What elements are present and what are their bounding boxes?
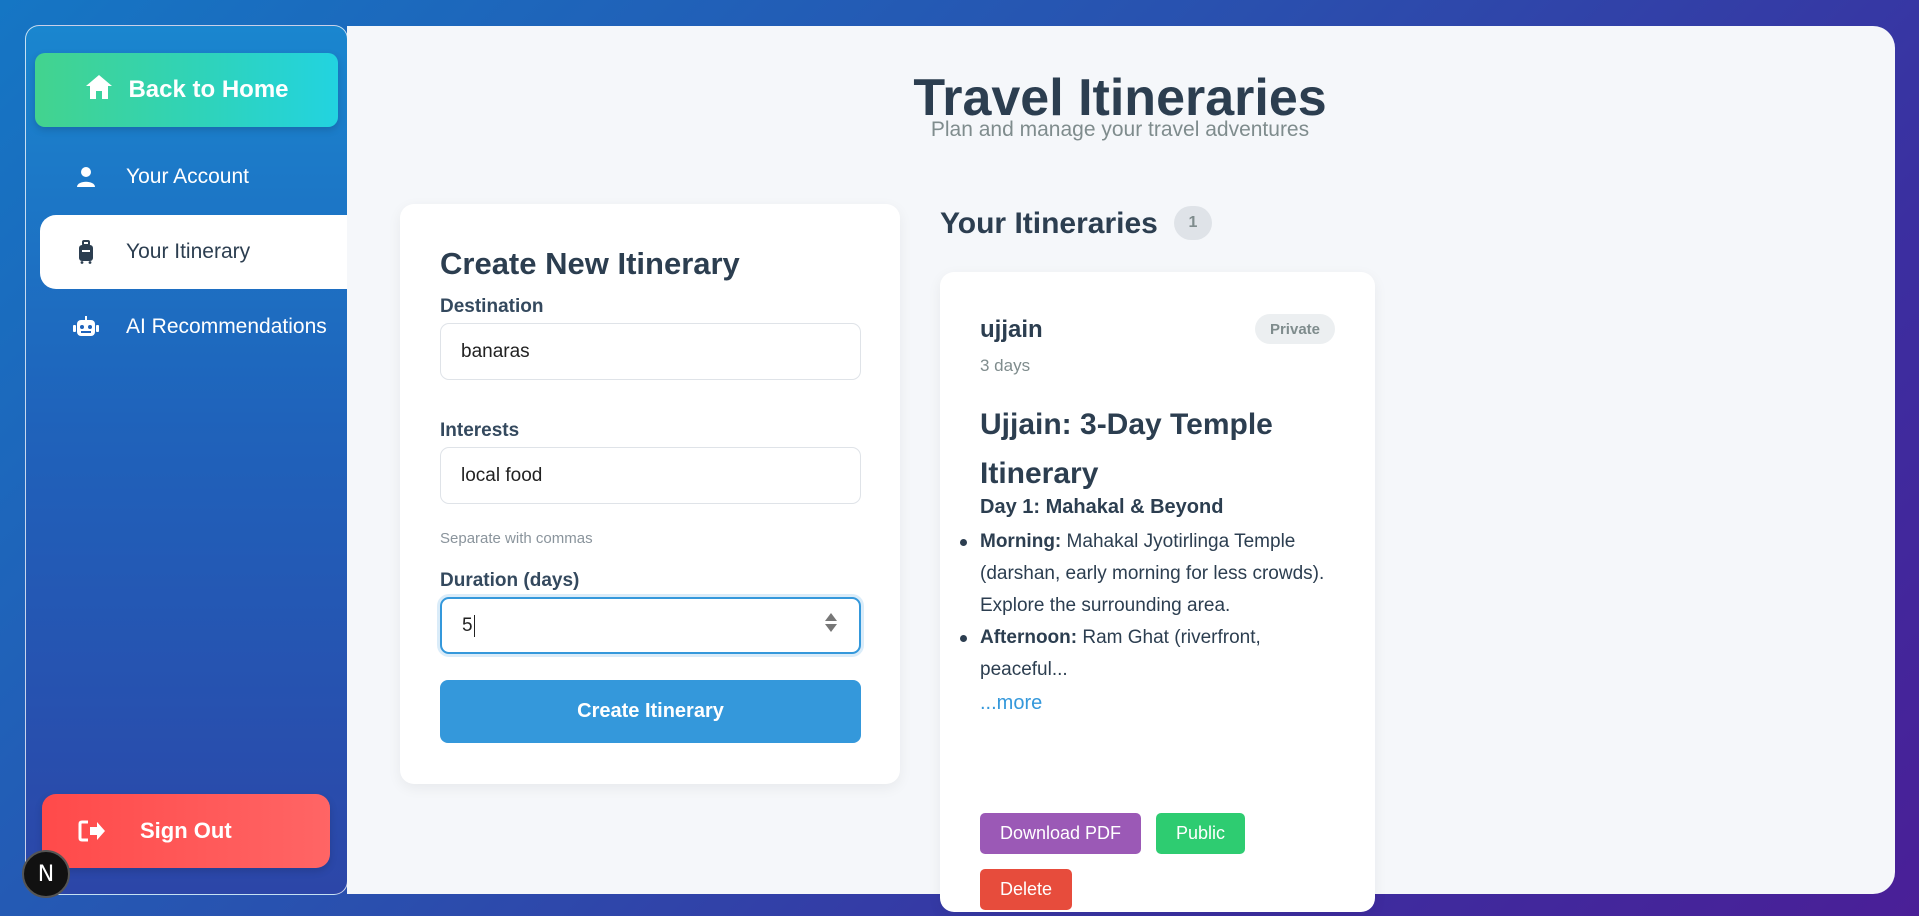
robot-icon (71, 316, 101, 338)
sign-out-button[interactable]: Sign Out (42, 794, 330, 868)
sidebar-item-itinerary[interactable]: Your Itinerary (40, 215, 348, 289)
stepper-down-icon[interactable] (825, 624, 837, 632)
create-itinerary-button[interactable]: Create Itinerary (440, 680, 861, 743)
interests-input[interactable]: local food (440, 447, 861, 504)
interests-hint: Separate with commas (440, 530, 593, 547)
home-icon (84, 73, 114, 108)
sidebar-item-label: Your Itinerary (126, 240, 251, 263)
sign-out-label: Sign Out (140, 818, 232, 843)
bullet-label: Afternoon: (980, 627, 1078, 648)
itinerary-duration: 3 days (980, 356, 1031, 375)
duration-value: 5 (462, 614, 473, 636)
destination-value: banaras (461, 340, 530, 362)
itinerary-bullets: Morning: Mahakal Jyotirlinga Temple (dar… (960, 526, 1350, 686)
itinerary-card: ujjain Private 3 days Ujjain: 3-Day Temp… (940, 272, 1375, 912)
download-pdf-button[interactable]: Download PDF (980, 813, 1141, 854)
make-public-button[interactable]: Public (1156, 813, 1245, 854)
itineraries-count-badge: 1 (1174, 206, 1212, 240)
destination-label: Destination (440, 296, 544, 317)
sidebar-item-label: Your Account (126, 165, 249, 188)
create-itinerary-card: Create New Itinerary Destination banaras… (400, 204, 900, 784)
duration-label: Duration (days) (440, 570, 580, 591)
number-stepper[interactable] (825, 613, 837, 632)
itinerary-heading: Ujjain: 3-Day Temple Itinerary (980, 408, 1273, 490)
text-caret (473, 614, 475, 637)
visibility-badge: Private (1255, 314, 1335, 344)
interests-value: local food (461, 464, 543, 486)
stepper-up-icon[interactable] (825, 613, 837, 621)
delete-button[interactable]: Delete (980, 869, 1072, 910)
main-content: Travel Itineraries Plan and manage your … (347, 26, 1895, 912)
sign-out-icon (78, 819, 106, 843)
itineraries-title: Your Itineraries (940, 207, 1158, 240)
duration-input[interactable]: 5 (440, 597, 861, 654)
sidebar-item-label: AI Recommendations (126, 315, 327, 338)
suitcase-icon (71, 240, 101, 264)
back-to-home-label: Back to Home (128, 76, 289, 103)
show-more-link[interactable]: ...more (980, 692, 1042, 715)
list-item: Afternoon: Ram Ghat (riverfront, peacefu… (960, 622, 1350, 686)
sidebar-item-account[interactable]: Your Account (40, 140, 348, 214)
form-title: Create New Itinerary (440, 246, 740, 281)
destination-input[interactable]: banaras (440, 323, 861, 380)
back-to-home-button[interactable]: Back to Home (35, 53, 338, 127)
user-icon (71, 166, 101, 188)
sidebar: Back to Home Your Account Your Itinerary… (25, 25, 348, 895)
list-item: Morning: Mahakal Jyotirlinga Temple (dar… (960, 526, 1350, 622)
interests-label: Interests (440, 420, 520, 441)
page-subtitle: Plan and manage your travel adventures (930, 118, 1310, 141)
itinerary-destination: ujjain (980, 316, 1043, 343)
bullet-label: Morning: (980, 531, 1062, 552)
itinerary-day-title: Day 1: Mahakal & Beyond (980, 496, 1224, 518)
sidebar-item-ai-recommendations[interactable]: AI Recommendations (40, 290, 348, 364)
dev-tools-badge[interactable]: N (22, 850, 70, 898)
